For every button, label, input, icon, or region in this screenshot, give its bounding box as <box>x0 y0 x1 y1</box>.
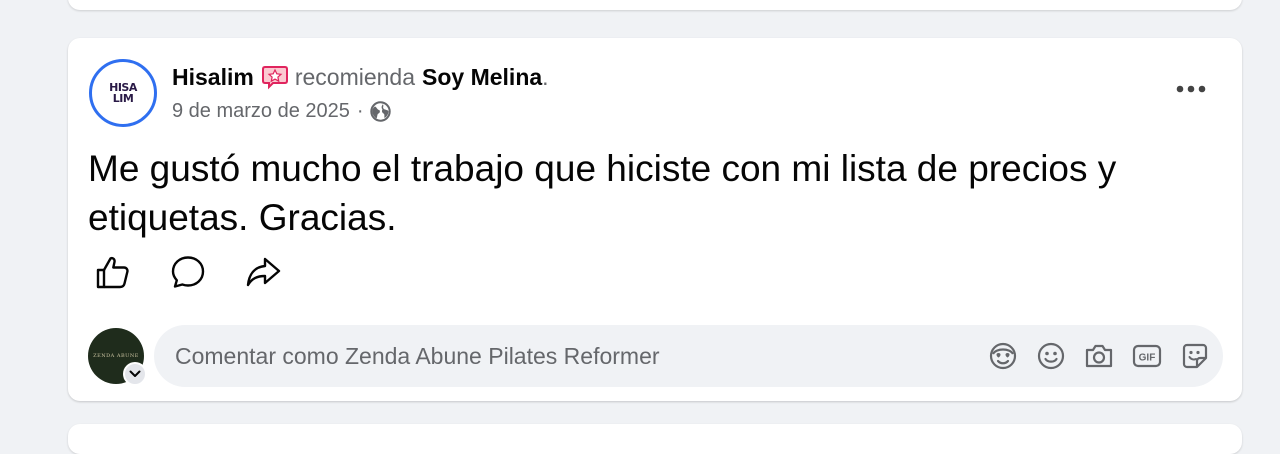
post-date[interactable]: 9 de marzo de 2025 <box>172 98 350 124</box>
emoji-icon <box>1037 342 1065 370</box>
camera-button[interactable] <box>1075 336 1123 376</box>
author-avatar-logo: HISA LIM <box>109 81 137 105</box>
like-button[interactable] <box>93 252 133 292</box>
comment-bubble-icon <box>170 254 206 290</box>
post-actions <box>93 252 283 292</box>
post-meta: 9 de marzo de 2025 · <box>172 98 391 124</box>
share-arrow-icon <box>245 254 281 290</box>
post-options-button[interactable] <box>1169 74 1213 104</box>
recommended-page-link[interactable]: Soy Melina <box>422 62 542 92</box>
post-body-text: Me gustó mucho el trabajo que hiciste co… <box>88 148 1117 238</box>
previous-post-card <box>68 0 1242 10</box>
sticker-button[interactable] <box>1171 336 1219 376</box>
star-badge-icon <box>261 64 289 90</box>
globe-icon <box>369 100 391 122</box>
author-name[interactable]: Hisalim <box>172 62 254 92</box>
camera-icon <box>1084 342 1114 370</box>
gif-button[interactable]: GIF <box>1123 336 1171 376</box>
thumbs-up-icon <box>95 254 131 290</box>
comment-button[interactable] <box>168 252 208 292</box>
recommend-verb: recomienda <box>294 64 416 90</box>
avatar-sticker-icon <box>989 342 1017 370</box>
comment-input[interactable] <box>175 325 935 387</box>
gif-icon: GIF <box>1132 342 1162 370</box>
comment-tools: GIF <box>979 325 1219 387</box>
sticker-icon <box>1181 342 1209 370</box>
chevron-down-icon <box>129 370 141 378</box>
recommendation-post-card: HISA LIM Hisalim recomienda Soy Melina .… <box>68 38 1242 401</box>
post-header: Hisalim recomienda Soy Melina . <box>172 62 549 92</box>
svg-text:GIF: GIF <box>1139 353 1156 364</box>
avatar-sticker-button[interactable] <box>979 336 1027 376</box>
share-button[interactable] <box>243 252 283 292</box>
author-avatar[interactable]: HISA LIM <box>89 59 157 127</box>
next-post-card <box>68 424 1242 454</box>
comment-composer: GIF <box>154 325 1223 387</box>
meta-separator: · <box>356 100 364 122</box>
switch-profile-button[interactable] <box>123 362 147 386</box>
emoji-button[interactable] <box>1027 336 1075 376</box>
commenter-avatar-text: ZENDA ABUNE <box>93 353 139 359</box>
header-period: . <box>542 64 549 90</box>
